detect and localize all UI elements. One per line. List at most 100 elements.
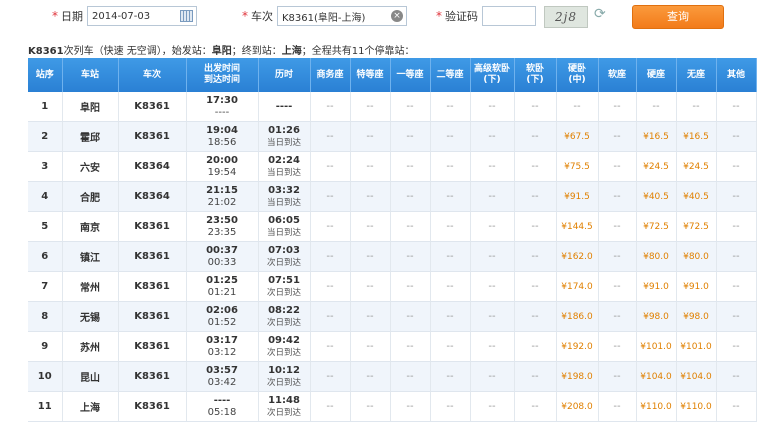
- column-header: 特等座: [350, 58, 391, 92]
- arrival-time: 01:52: [207, 316, 237, 328]
- stop-number: 4: [28, 181, 63, 212]
- seat-price: --: [470, 181, 515, 212]
- hard-sleeper-price: --: [556, 92, 599, 122]
- departure-time: 02:06: [206, 304, 238, 316]
- arrival-time: 21:02: [207, 196, 237, 208]
- seat-price: --: [310, 361, 351, 392]
- seat-price: --: [350, 331, 391, 362]
- train-number: K8361: [118, 361, 187, 392]
- clear-icon[interactable]: ×: [391, 10, 403, 22]
- seat-price: --: [390, 92, 431, 122]
- arrival-time: 19:54: [207, 166, 237, 178]
- timetable: 站序 车站 车次 出发时间 到达时间 历时 商务座 特等座 一等座 二等座 高级软卧 (下) 软卧 …: [28, 58, 757, 422]
- soft-seat-price: --: [598, 361, 637, 392]
- hard-sleeper-price: ¥67.5: [556, 121, 599, 152]
- seat-price: --: [470, 301, 515, 332]
- summary-dest: 上海: [281, 46, 302, 57]
- train-number: K8361: [118, 211, 187, 242]
- seat-price: --: [430, 331, 471, 362]
- refresh-icon[interactable]: ⟳: [594, 6, 606, 22]
- seat-price: --: [430, 391, 471, 422]
- hard-sleeper-price: ¥162.0: [556, 241, 599, 272]
- time-cell: 03:17 03:12: [186, 331, 259, 362]
- seat-price: --: [470, 121, 515, 152]
- seat-price: --: [350, 241, 391, 272]
- duration-cell: 03:32 当日到达: [258, 181, 311, 212]
- arrival-note: 当日到达: [266, 197, 301, 208]
- seat-price: --: [470, 241, 515, 272]
- station-name: 苏州: [62, 331, 119, 362]
- station-name: 昆山: [62, 361, 119, 392]
- summary-train: K8361: [28, 46, 64, 57]
- captcha-input[interactable]: [482, 6, 536, 26]
- seat-price: --: [310, 391, 351, 422]
- stop-number: 1: [28, 92, 63, 122]
- train-number: K8364: [118, 181, 187, 212]
- train-value: K8361(阜阳-上海): [282, 12, 366, 24]
- arrival-note: 次日到达: [266, 377, 301, 388]
- table-row: 6 镇江 K8361 00:37 00:33 07:03 次日到达 -- -- -- -- -- -- ¥…: [28, 241, 757, 272]
- duration: ----: [275, 100, 293, 112]
- no-seat-price: ¥91.0: [676, 271, 717, 302]
- seat-price: --: [430, 211, 471, 242]
- calendar-icon[interactable]: [180, 10, 193, 22]
- time-cell: 23:50 23:35: [186, 211, 259, 242]
- stop-number: 8: [28, 301, 63, 332]
- query-button[interactable]: 查询: [632, 5, 724, 29]
- station-name: 合肥: [62, 181, 119, 212]
- train-number: K8361: [118, 331, 187, 362]
- seat-price: --: [310, 211, 351, 242]
- seat-price: --: [390, 331, 431, 362]
- duration-cell: ----: [258, 92, 311, 122]
- captcha-image[interactable]: 2j8: [544, 6, 588, 28]
- stop-number: 6: [28, 241, 63, 272]
- hard-sleeper-price: ¥198.0: [556, 361, 599, 392]
- station-name: 上海: [62, 391, 119, 422]
- column-header: 历时: [258, 58, 311, 92]
- train-summary: K8361次列车（快速 无空调），始发站：阜阳；终到站：上海；全程共有11个停靠…: [28, 42, 415, 57]
- seat-price: --: [350, 391, 391, 422]
- train-number: K8361: [118, 92, 187, 122]
- seat-price: --: [390, 151, 431, 182]
- seat-price: --: [310, 241, 351, 272]
- soft-seat-price: --: [598, 331, 637, 362]
- duration-cell: 08:22 次日到达: [258, 301, 311, 332]
- arrival-note: 次日到达: [266, 317, 301, 328]
- hard-sleeper-price: ¥91.5: [556, 181, 599, 212]
- soft-seat-price: --: [598, 121, 637, 152]
- stop-number: 9: [28, 331, 63, 362]
- column-header: 其他: [716, 58, 757, 92]
- arrival-time: 03:12: [207, 346, 237, 358]
- duration: 03:32: [268, 184, 300, 196]
- search-bar: * 日期 2014-07-03 * 车次 K8361(阜阳-上海) × * 验证…: [0, 0, 780, 34]
- arrival-note: 当日到达: [266, 227, 301, 238]
- date-input[interactable]: 2014-07-03: [87, 6, 197, 26]
- train-number: K8361: [118, 121, 187, 152]
- date-field: * 日期 2014-07-03: [52, 4, 197, 28]
- other-price: --: [716, 151, 757, 182]
- hard-sleeper-price: ¥144.5: [556, 211, 599, 242]
- duration: 10:12: [268, 364, 300, 376]
- train-input[interactable]: K8361(阜阳-上海) ×: [277, 6, 407, 26]
- stop-number: 7: [28, 271, 63, 302]
- other-price: --: [716, 211, 757, 242]
- time-cell: 19:04 18:56: [186, 121, 259, 152]
- soft-sleeper-price: --: [514, 301, 557, 332]
- column-header: 车站: [62, 58, 119, 92]
- column-header: 硬座: [636, 58, 677, 92]
- station-name: 无锡: [62, 301, 119, 332]
- time-cell: 17:30 ----: [186, 92, 259, 122]
- hard-sleeper-price: ¥192.0: [556, 331, 599, 362]
- seat-price: --: [310, 151, 351, 182]
- time-cell: 03:57 03:42: [186, 361, 259, 392]
- arrival-time: 03:42: [207, 376, 237, 388]
- time-cell: 02:06 01:52: [186, 301, 259, 332]
- seat-price: --: [350, 181, 391, 212]
- station-name: 霍邱: [62, 121, 119, 152]
- seat-price: --: [430, 361, 471, 392]
- no-seat-price: ¥110.0: [676, 391, 717, 422]
- arrival-time: 23:35: [207, 226, 237, 238]
- soft-seat-price: --: [598, 151, 637, 182]
- station-name: 阜阳: [62, 92, 119, 122]
- table-row: 11 上海 K8361 ---- 05:18 11:48 次日到达 -- -- -- -- -- -- ¥…: [28, 391, 757, 422]
